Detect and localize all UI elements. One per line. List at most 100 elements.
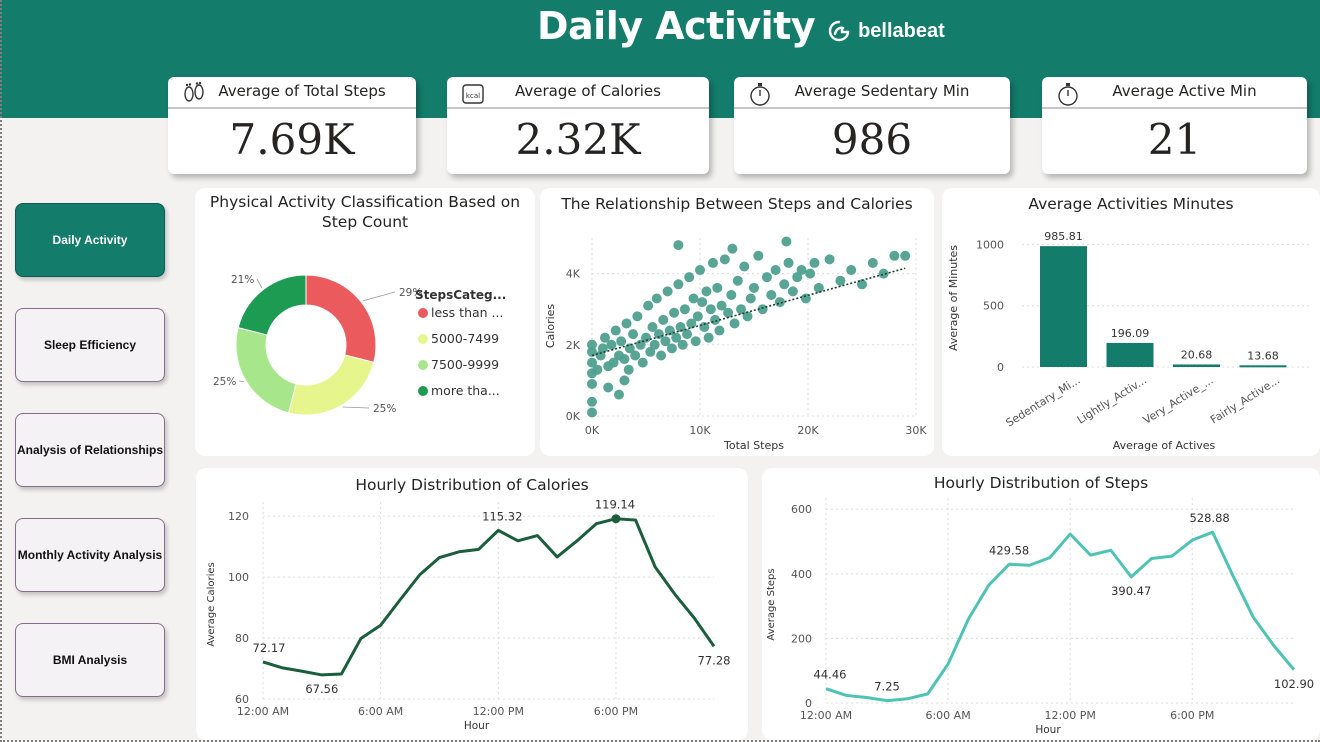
- kpi-value: 2.32K: [515, 115, 641, 164]
- data-label: 72.17: [253, 641, 286, 655]
- scatter-point: [632, 311, 643, 322]
- kpi-title: Average Active Min: [1112, 82, 1257, 100]
- data-line: [825, 530, 1296, 703]
- kpi-value: 986: [831, 115, 913, 164]
- bar-value-label: 13.68: [1247, 349, 1279, 362]
- donut-chart: 29%25%25%21%StepsCateg...less than ...50…: [213, 274, 506, 416]
- scatter-point: [669, 307, 680, 318]
- donut-card: Physical Activity Classification Based o…: [195, 188, 535, 456]
- legend-label: 5000-7499: [431, 331, 499, 346]
- bar: [1040, 246, 1087, 367]
- scatter-point: [726, 289, 737, 300]
- data-label: 115.32: [482, 509, 522, 523]
- scatter-point: [677, 339, 688, 350]
- scatter-point: [714, 325, 725, 336]
- scatter-point: [658, 314, 669, 325]
- scatter-point: [603, 382, 614, 393]
- scatter-point: [623, 364, 634, 375]
- y-axis-title: Calories: [544, 304, 557, 349]
- scatter-point: [597, 343, 608, 354]
- highlight-marker: [611, 514, 621, 524]
- scatter-point: [770, 265, 781, 276]
- nav-button-sleep-efficiency[interactable]: Sleep Efficiency: [15, 308, 165, 382]
- nav-panel: Daily Activity Sleep Efficiency Analysis…: [6, 192, 178, 714]
- kpi-title: Average of Calories: [515, 82, 661, 100]
- scatter-card: The Relationship Between Steps and Calor…: [540, 188, 934, 456]
- data-label: 528.88: [1189, 511, 1229, 525]
- x-tick-label: Very_Active_...: [1141, 374, 1216, 427]
- scatter-point: [846, 265, 857, 276]
- x-tick-label: 12:00 PM: [1045, 709, 1096, 722]
- calories-line-chart: 12:00 AM 6:00 AM 12:00 PM 6:00 PM 60 80 100 120…: [206, 498, 730, 732]
- scatter-point: [732, 275, 743, 286]
- data-label: 390.47: [1111, 584, 1151, 598]
- x-tick-label: 6:00 AM: [358, 705, 403, 718]
- nav-button-bmi-analysis[interactable]: BMI Analysis: [15, 623, 165, 697]
- scatter-point: [779, 279, 790, 290]
- x-tick-label: 10K: [689, 424, 711, 437]
- bar-value-label: 985.81: [1044, 230, 1083, 243]
- steps-line-chart: 12:00 AM 6:00 AM 12:00 PM 6:00 PM 0 200 400 600…: [766, 498, 1314, 736]
- x-tick-label: Lightly_Activ...: [1075, 374, 1149, 427]
- data-label: 44.46: [814, 668, 847, 682]
- kpi-title: Average Sedentary Min: [794, 82, 970, 100]
- x-tick-label: 12:00 AM: [237, 705, 289, 718]
- scatter-point: [621, 318, 632, 329]
- y-axis-title: Average of Minutes: [947, 245, 960, 351]
- left-dotted-border: [0, 0, 4, 742]
- x-tick-label: 12:00 PM: [473, 705, 524, 718]
- scatter-point: [587, 396, 597, 407]
- scatter-point: [690, 336, 701, 347]
- scatter-point: [630, 350, 641, 361]
- scatter-point: [813, 282, 824, 293]
- y-tick-label: 0: [805, 697, 812, 710]
- kpi-card-calories: kcal Average of Calories 2.32K: [447, 77, 709, 174]
- scatter-point: [781, 236, 792, 247]
- scatter-point: [651, 293, 662, 304]
- y-tick-label: 4K: [566, 268, 581, 281]
- x-axis-title: Hour: [464, 720, 490, 732]
- scatter-point: [753, 250, 764, 261]
- nav-button-daily-activity[interactable]: Daily Activity: [15, 203, 165, 277]
- bar-chart: 0 500 1000 985.81 Sedentary_Mi... 196.09 Light…: [947, 230, 1312, 452]
- scatter-point: [643, 300, 654, 311]
- legend-label: 7500-9999: [431, 357, 499, 372]
- scatter-point: [749, 282, 759, 293]
- y-tick-label: 0K: [566, 410, 581, 423]
- x-axis-title: Average of Actives: [1113, 439, 1216, 452]
- scatter-point: [673, 279, 684, 290]
- legend-title: StepsCateg...: [415, 288, 506, 302]
- slice-leader-line: [342, 406, 370, 409]
- y-axis-title: Average Steps: [766, 568, 777, 640]
- x-tick-label: Fairly_Active...: [1208, 374, 1282, 427]
- bar: [1173, 364, 1220, 367]
- scatter-point: [805, 268, 816, 279]
- scatter-point: [889, 250, 900, 261]
- y-tick-label: 60: [235, 693, 249, 706]
- bar-value-label: 20.68: [1181, 348, 1213, 361]
- slice-leader-line: [256, 278, 263, 289]
- scatter-point: [766, 289, 777, 300]
- calories-line-card: Hourly Distribution of Calories 12:00 AM…: [196, 468, 748, 740]
- scatter-point: [662, 286, 673, 297]
- y-tick-label: 500: [983, 300, 1004, 313]
- scatter-point: [878, 268, 889, 279]
- legend-marker: [418, 360, 428, 370]
- scatter-point: [705, 304, 716, 315]
- scatter-point: [783, 257, 794, 268]
- scatter-point: [649, 339, 660, 350]
- y-tick-label: 2K: [566, 339, 581, 352]
- y-axis-title: Average Calories: [206, 562, 217, 647]
- kpi-value: 21: [1147, 115, 1202, 164]
- scatter-point: [679, 304, 690, 315]
- scatter-point: [682, 329, 693, 340]
- scatter-point: [809, 257, 820, 268]
- nav-button-analysis-of-relationships[interactable]: Analysis of Relationships: [15, 413, 165, 487]
- scatter-point: [616, 336, 627, 347]
- scatter-point: [703, 332, 714, 343]
- kpi-card-active: Average Active Min 21: [1042, 77, 1307, 174]
- x-tick-label: 6:00 PM: [594, 705, 638, 718]
- nav-button-monthly-activity-analysis[interactable]: Monthly Activity Analysis: [15, 518, 165, 592]
- brand: bellabeat: [827, 19, 945, 43]
- scatter-point: [614, 389, 624, 400]
